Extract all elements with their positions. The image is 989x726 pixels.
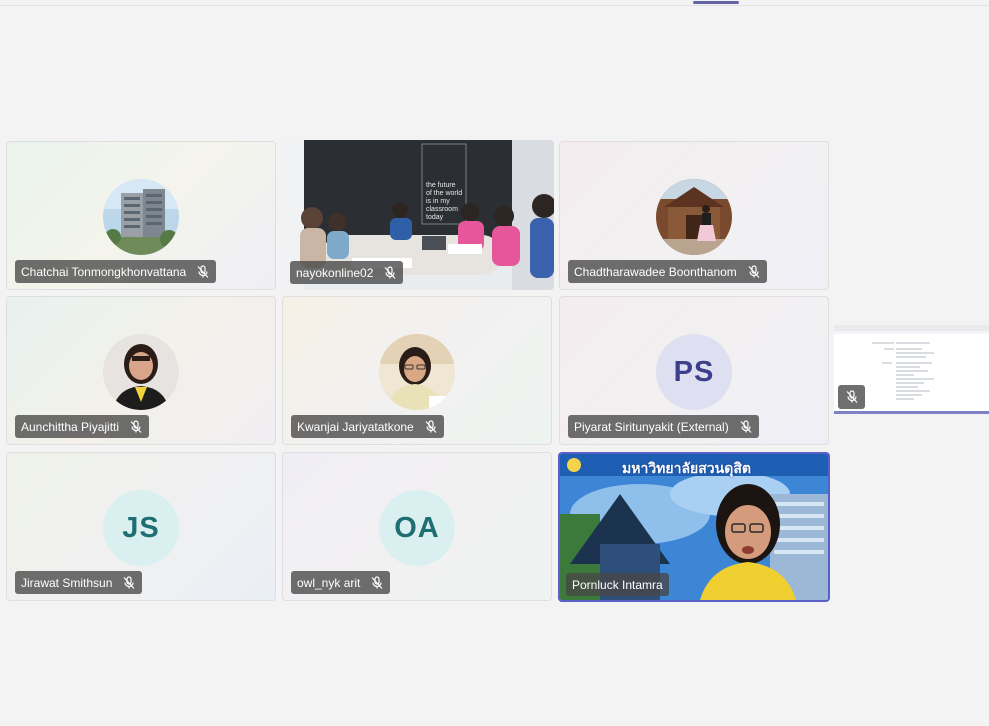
- participant-name: owl_nyk arit: [297, 575, 361, 590]
- top-bar: [0, 0, 989, 6]
- mic-off-icon: [384, 265, 396, 279]
- classroom-wall-text: the future of the world is in my classro…: [426, 182, 463, 221]
- participant-name-label: Kwanjai Jariyatatkone: [291, 415, 444, 438]
- avatar: [656, 179, 732, 255]
- participant-name-label: Pornluck Intamra: [566, 573, 669, 596]
- mic-off-icon: [425, 419, 437, 433]
- participant-name-label: Chadtharawadee Boonthanom: [568, 260, 767, 283]
- mic-off-icon: [748, 264, 760, 278]
- participant-name-label: owl_nyk arit: [291, 571, 391, 594]
- mic-off-icon: [740, 419, 752, 433]
- mic-off-icon: [130, 419, 142, 433]
- participant-tile-kwanjai[interactable]: Kwanjai Jariyatatkone: [282, 296, 552, 445]
- participant-name: Pornluck Intamra: [572, 577, 663, 592]
- participant-name-label: Chatchai Tonmongkhonvattana: [15, 260, 217, 283]
- mic-off-icon: [371, 575, 383, 589]
- participant-name: Chadtharawadee Boonthanom: [574, 264, 737, 279]
- participant-tile-owl-nyk-arit[interactable]: OA owl_nyk arit: [282, 452, 552, 601]
- avatar: [103, 179, 179, 255]
- avatar: [103, 334, 179, 410]
- mic-off-icon: [846, 390, 857, 403]
- participant-tile-aunchittha[interactable]: Aunchittha Piyajitti: [6, 296, 276, 445]
- mic-off-icon: [197, 264, 209, 278]
- participant-name-label: Aunchittha Piyajitti: [15, 415, 150, 438]
- participant-name: nayokonline02: [296, 265, 374, 280]
- participant-name: Jirawat Smithsun: [21, 575, 113, 590]
- participant-name: Piyarat Siritunyakit (External): [574, 419, 729, 434]
- avatar: [379, 334, 455, 410]
- avatar-initials: PS: [656, 334, 732, 410]
- avatar-initials: OA: [379, 490, 455, 566]
- participant-tile-nayokonline02[interactable]: the future of the world is in my classro…: [282, 140, 554, 290]
- participant-tile-chatchai[interactable]: Chatchai Tonmongkhonvattana: [6, 141, 276, 290]
- participant-name: Kwanjai Jariyatatkone: [297, 419, 414, 434]
- participant-tile-jirawat[interactable]: JS Jirawat Smithsun: [6, 452, 276, 601]
- participant-tile-piyarat[interactable]: PS Piyarat Siritunyakit (External): [559, 296, 829, 445]
- side-mute-indicator: [838, 385, 865, 409]
- participant-tile-pornluck[interactable]: มหาวิทยาลัยสวนดุสิต Pornluck Intamra: [558, 452, 830, 602]
- university-banner: มหาวิทยาลัยสวนดุสิต: [622, 461, 751, 477]
- participant-name: Chatchai Tonmongkhonvattana: [21, 264, 187, 279]
- participant-tile-chadtharawadee[interactable]: Chadtharawadee Boonthanom: [559, 141, 829, 290]
- participant-name-label: nayokonline02: [290, 261, 404, 284]
- active-tab-indicator: [693, 1, 739, 4]
- participant-name-label: Piyarat Siritunyakit (External): [568, 415, 759, 438]
- avatar-initials: JS: [103, 490, 179, 566]
- mic-off-icon: [123, 575, 135, 589]
- participant-name: Aunchittha Piyajitti: [21, 419, 120, 434]
- participant-name-label: Jirawat Smithsun: [15, 571, 143, 594]
